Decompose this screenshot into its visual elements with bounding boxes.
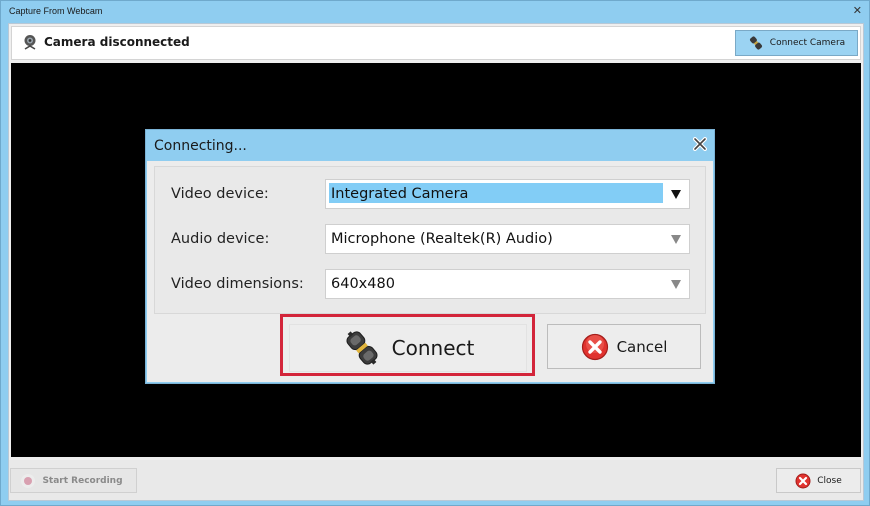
audio-device-label: Audio device: — [171, 231, 270, 247]
plug-icon — [346, 331, 378, 365]
video-device-select[interactable]: Integrated Camera — [325, 179, 690, 209]
video-dimensions-select[interactable]: 640x480 — [325, 269, 690, 299]
close-label: Close — [817, 475, 842, 486]
red-x-circle-icon — [795, 473, 811, 488]
video-dimensions-label: Video dimensions: — [171, 276, 304, 292]
chevron-down-icon — [671, 235, 681, 244]
start-recording-button[interactable]: Start Recording — [10, 468, 137, 493]
red-x-circle-icon — [581, 333, 608, 360]
cancel-label: Cancel — [616, 337, 668, 356]
connect-button[interactable]: Connect — [289, 324, 527, 372]
cancel-button[interactable]: Cancel — [547, 324, 701, 369]
connect-highlight-box: Connect — [280, 314, 535, 376]
camera-status-text: Camera disconnected — [44, 35, 190, 49]
close-icon[interactable] — [693, 137, 707, 151]
video-dimensions-value: 640x480 — [331, 276, 395, 292]
audio-device-row: Audio device: Microphone (Realtek(R) Aud… — [155, 224, 705, 254]
webcam-icon — [24, 35, 36, 50]
camera-status: Camera disconnected — [22, 34, 190, 50]
start-recording-label: Start Recording — [42, 475, 123, 486]
connect-camera-label: Connect Camera — [769, 38, 846, 48]
audio-device-select[interactable]: Microphone (Realtek(R) Audio) — [325, 224, 690, 254]
chevron-down-icon — [671, 280, 681, 289]
window-title: Capture From Webcam — [9, 6, 103, 16]
record-dot-icon — [24, 476, 33, 485]
dialog-body: Video device: Integrated Camera Audio de… — [147, 161, 713, 382]
dialog-title: Connecting... — [154, 138, 247, 154]
window-titlebar: Capture From Webcam ✕ — [1, 1, 869, 23]
connect-label: Connect — [391, 336, 475, 360]
chevron-down-icon — [671, 190, 681, 199]
video-device-row: Video device: Integrated Camera — [155, 179, 705, 209]
bottom-toolbar: Start Recording Close — [9, 460, 863, 500]
plug-icon — [749, 36, 762, 50]
audio-device-value: Microphone (Realtek(R) Audio) — [331, 231, 553, 247]
connecting-dialog: Connecting... Video device: Integrated C… — [145, 129, 715, 384]
video-dimensions-row: Video dimensions: 640x480 — [155, 269, 705, 299]
video-device-value: Integrated Camera — [331, 186, 469, 202]
close-button[interactable]: Close — [776, 468, 861, 493]
window-close-button[interactable]: ✕ — [853, 4, 862, 17]
status-toolbar: Camera disconnected Connect Camera — [11, 26, 861, 60]
connect-camera-button[interactable]: Connect Camera — [735, 30, 858, 56]
video-device-label: Video device: — [171, 186, 269, 202]
device-settings-form: Video device: Integrated Camera Audio de… — [154, 166, 706, 314]
